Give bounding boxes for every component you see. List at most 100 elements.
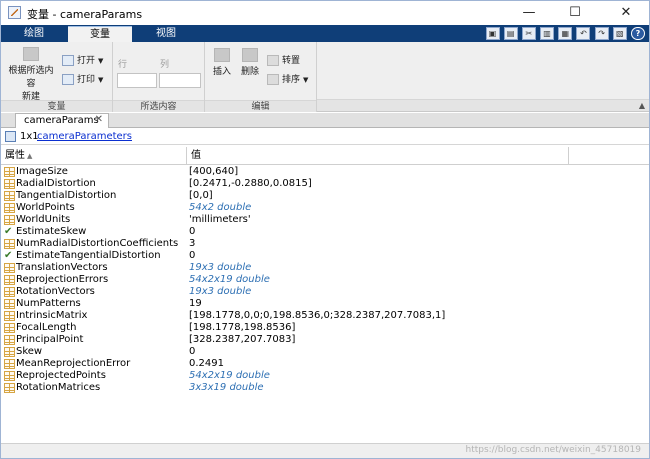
property-value[interactable]: 19 [189, 298, 202, 310]
table-row[interactable]: WorldUnits 'millimeters' [1, 214, 649, 226]
copy-icon[interactable]: ▥ [540, 27, 555, 40]
header-value-label: 值 [191, 150, 201, 161]
chevron-down-icon: ▼ [303, 76, 309, 84]
close-tab-icon[interactable]: ✕ [95, 114, 103, 125]
ribbon-footer [317, 99, 649, 111]
property-name: WorldPoints [16, 202, 75, 213]
property-value[interactable]: 0 [189, 346, 195, 358]
header-property[interactable]: 属性 ▲ [1, 147, 187, 165]
property-table: 属性 ▲ 值 ImageSize [400,640] RadialDistortion… [1, 147, 649, 443]
tab-cameraparams[interactable]: cameraParams ✕ [15, 113, 109, 128]
tab-variable[interactable]: 变量 [68, 26, 132, 42]
property-value[interactable]: 54x2 double [189, 202, 251, 214]
property-value[interactable]: 0.2491 [189, 358, 224, 370]
table-row[interactable]: ImageSize [400,640] [1, 166, 649, 178]
table-row[interactable]: NumPatterns 19 [1, 298, 649, 310]
table-row[interactable]: RadialDistortion [0.2471,-0.2880,0.0815] [1, 178, 649, 190]
class-link[interactable]: cameraParameters [37, 131, 132, 142]
table-row[interactable]: WorldPoints 54x2 double [1, 202, 649, 214]
property-value[interactable]: [0.2471,-0.2880,0.0815] [189, 178, 312, 190]
table-row[interactable]: Skew 0 [1, 346, 649, 358]
cut-icon[interactable]: ✂ [521, 27, 536, 40]
property-value[interactable]: 'millimeters' [189, 214, 251, 226]
sort-label: 排序 [282, 75, 301, 85]
table-row[interactable]: FocalLength [198.1778,198.8536] [1, 322, 649, 334]
property-icon [4, 335, 15, 345]
insert-label: 插入 [212, 67, 231, 77]
property-name: TranslationVectors [16, 262, 108, 273]
save-icon[interactable]: ▤ [503, 27, 518, 40]
table-row[interactable]: ✔ EstimateSkew 0 [1, 226, 649, 238]
undo-icon[interactable]: ↶ [576, 27, 591, 40]
property-value[interactable]: 19x3 double [189, 262, 251, 274]
table-row[interactable]: IntrinsicMatrix [198.1778,0,0;0,198.8536,… [1, 310, 649, 322]
minimize-button[interactable]: — [506, 1, 552, 25]
property-value[interactable]: [0,0] [189, 190, 213, 202]
property-value[interactable]: 0 [189, 226, 195, 238]
header-value[interactable]: 值 [187, 147, 569, 165]
table-row[interactable]: NumRadialDistortionCoefficients 3 [1, 238, 649, 250]
property-name: ReprojectedPoints [16, 370, 106, 381]
title-bar[interactable]: 变量 - cameraParams — ☐ ✕ [1, 1, 649, 25]
delete-button[interactable]: 删除 [237, 48, 263, 77]
help-icon[interactable]: ? [631, 27, 645, 40]
property-value[interactable]: 0 [189, 250, 195, 262]
transpose-button[interactable]: 转置 [267, 54, 300, 69]
property-name: WorldUnits [16, 214, 71, 225]
edit-group: 插入 删除 转置 排序 ▼ 编辑 [205, 42, 317, 112]
table-row[interactable]: ReprojectionErrors 54x2x19 double [1, 274, 649, 286]
property-name: TangentialDistortion [16, 190, 117, 201]
logical-check-icon: ✔ [4, 226, 13, 237]
table-row[interactable]: TranslationVectors 19x3 double [1, 262, 649, 274]
property-icon [4, 371, 15, 381]
property-value[interactable]: 19x3 double [189, 286, 251, 298]
property-value[interactable]: 3x3x19 double [189, 382, 264, 394]
table-row[interactable]: ✔ EstimateTangentialDistortion 0 [1, 250, 649, 262]
property-value[interactable]: [328.2387,207.7083] [189, 334, 295, 346]
property-name: ImageSize [16, 166, 68, 177]
property-name: EstimateTangentialDistortion [16, 250, 161, 261]
property-name: NumPatterns [16, 298, 81, 309]
column-input[interactable] [159, 73, 201, 88]
tab-plots[interactable]: 绘图 [1, 26, 67, 42]
sort-button[interactable]: 排序 ▼ [267, 73, 308, 88]
new-from-selection-label: 根据所选内容 新建 [8, 66, 54, 102]
table-row[interactable]: RotationMatrices 3x3x19 double [1, 382, 649, 394]
new-from-selection-button[interactable]: 根据所选内容 新建 [5, 47, 57, 102]
property-icon [4, 179, 15, 189]
print-label: 打印 [77, 75, 96, 85]
table-row[interactable]: ReprojectedPoints 54x2x19 double [1, 370, 649, 382]
chevron-down-icon: ▼ [98, 76, 104, 84]
paste-icon[interactable]: ▦ [558, 27, 573, 40]
switch-windows-icon[interactable]: ▧ [612, 27, 627, 40]
row-input[interactable] [117, 73, 157, 88]
property-value[interactable]: [198.1778,198.8536] [189, 322, 295, 334]
property-name: RotationMatrices [16, 382, 101, 393]
print-button[interactable]: 打印 ▼ [62, 73, 103, 88]
maximize-button[interactable]: ☐ [552, 1, 598, 25]
table-row[interactable]: TangentialDistortion [0,0] [1, 190, 649, 202]
redo-icon[interactable]: ↷ [594, 27, 609, 40]
selection-group: 行 列 所选内容 [113, 42, 205, 112]
watermark: https://blog.csdn.net/weixin_45718019 [465, 445, 641, 455]
property-icon [4, 191, 15, 201]
table-row[interactable]: PrincipalPoint [328.2387,207.7083] [1, 334, 649, 346]
property-name: PrincipalPoint [16, 334, 84, 345]
insert-icon [214, 48, 230, 62]
layout-icon[interactable]: ▣ [485, 27, 500, 40]
column-label: 列 [160, 60, 170, 70]
table-row[interactable]: RotationVectors 19x3 double [1, 286, 649, 298]
table-row[interactable]: MeanReprojectionError 0.2491 [1, 358, 649, 370]
tab-view[interactable]: 视图 [133, 26, 199, 42]
sort-ascending-icon: ▲ [27, 152, 33, 160]
collapse-ribbon-icon[interactable]: ▲ [639, 101, 645, 110]
insert-button[interactable]: 插入 [209, 48, 235, 77]
property-name: IntrinsicMatrix [16, 310, 88, 321]
property-value[interactable]: 54x2x19 double [189, 274, 270, 286]
close-button[interactable]: ✕ [603, 1, 649, 25]
property-value[interactable]: 3 [189, 238, 195, 250]
property-value[interactable]: [400,640] [189, 166, 238, 178]
property-value[interactable]: [198.1778,0,0;0,198.8536,0;328.2387,207.… [189, 310, 445, 322]
property-value[interactable]: 54x2x19 double [189, 370, 270, 382]
open-button[interactable]: 打开 ▼ [62, 54, 103, 69]
